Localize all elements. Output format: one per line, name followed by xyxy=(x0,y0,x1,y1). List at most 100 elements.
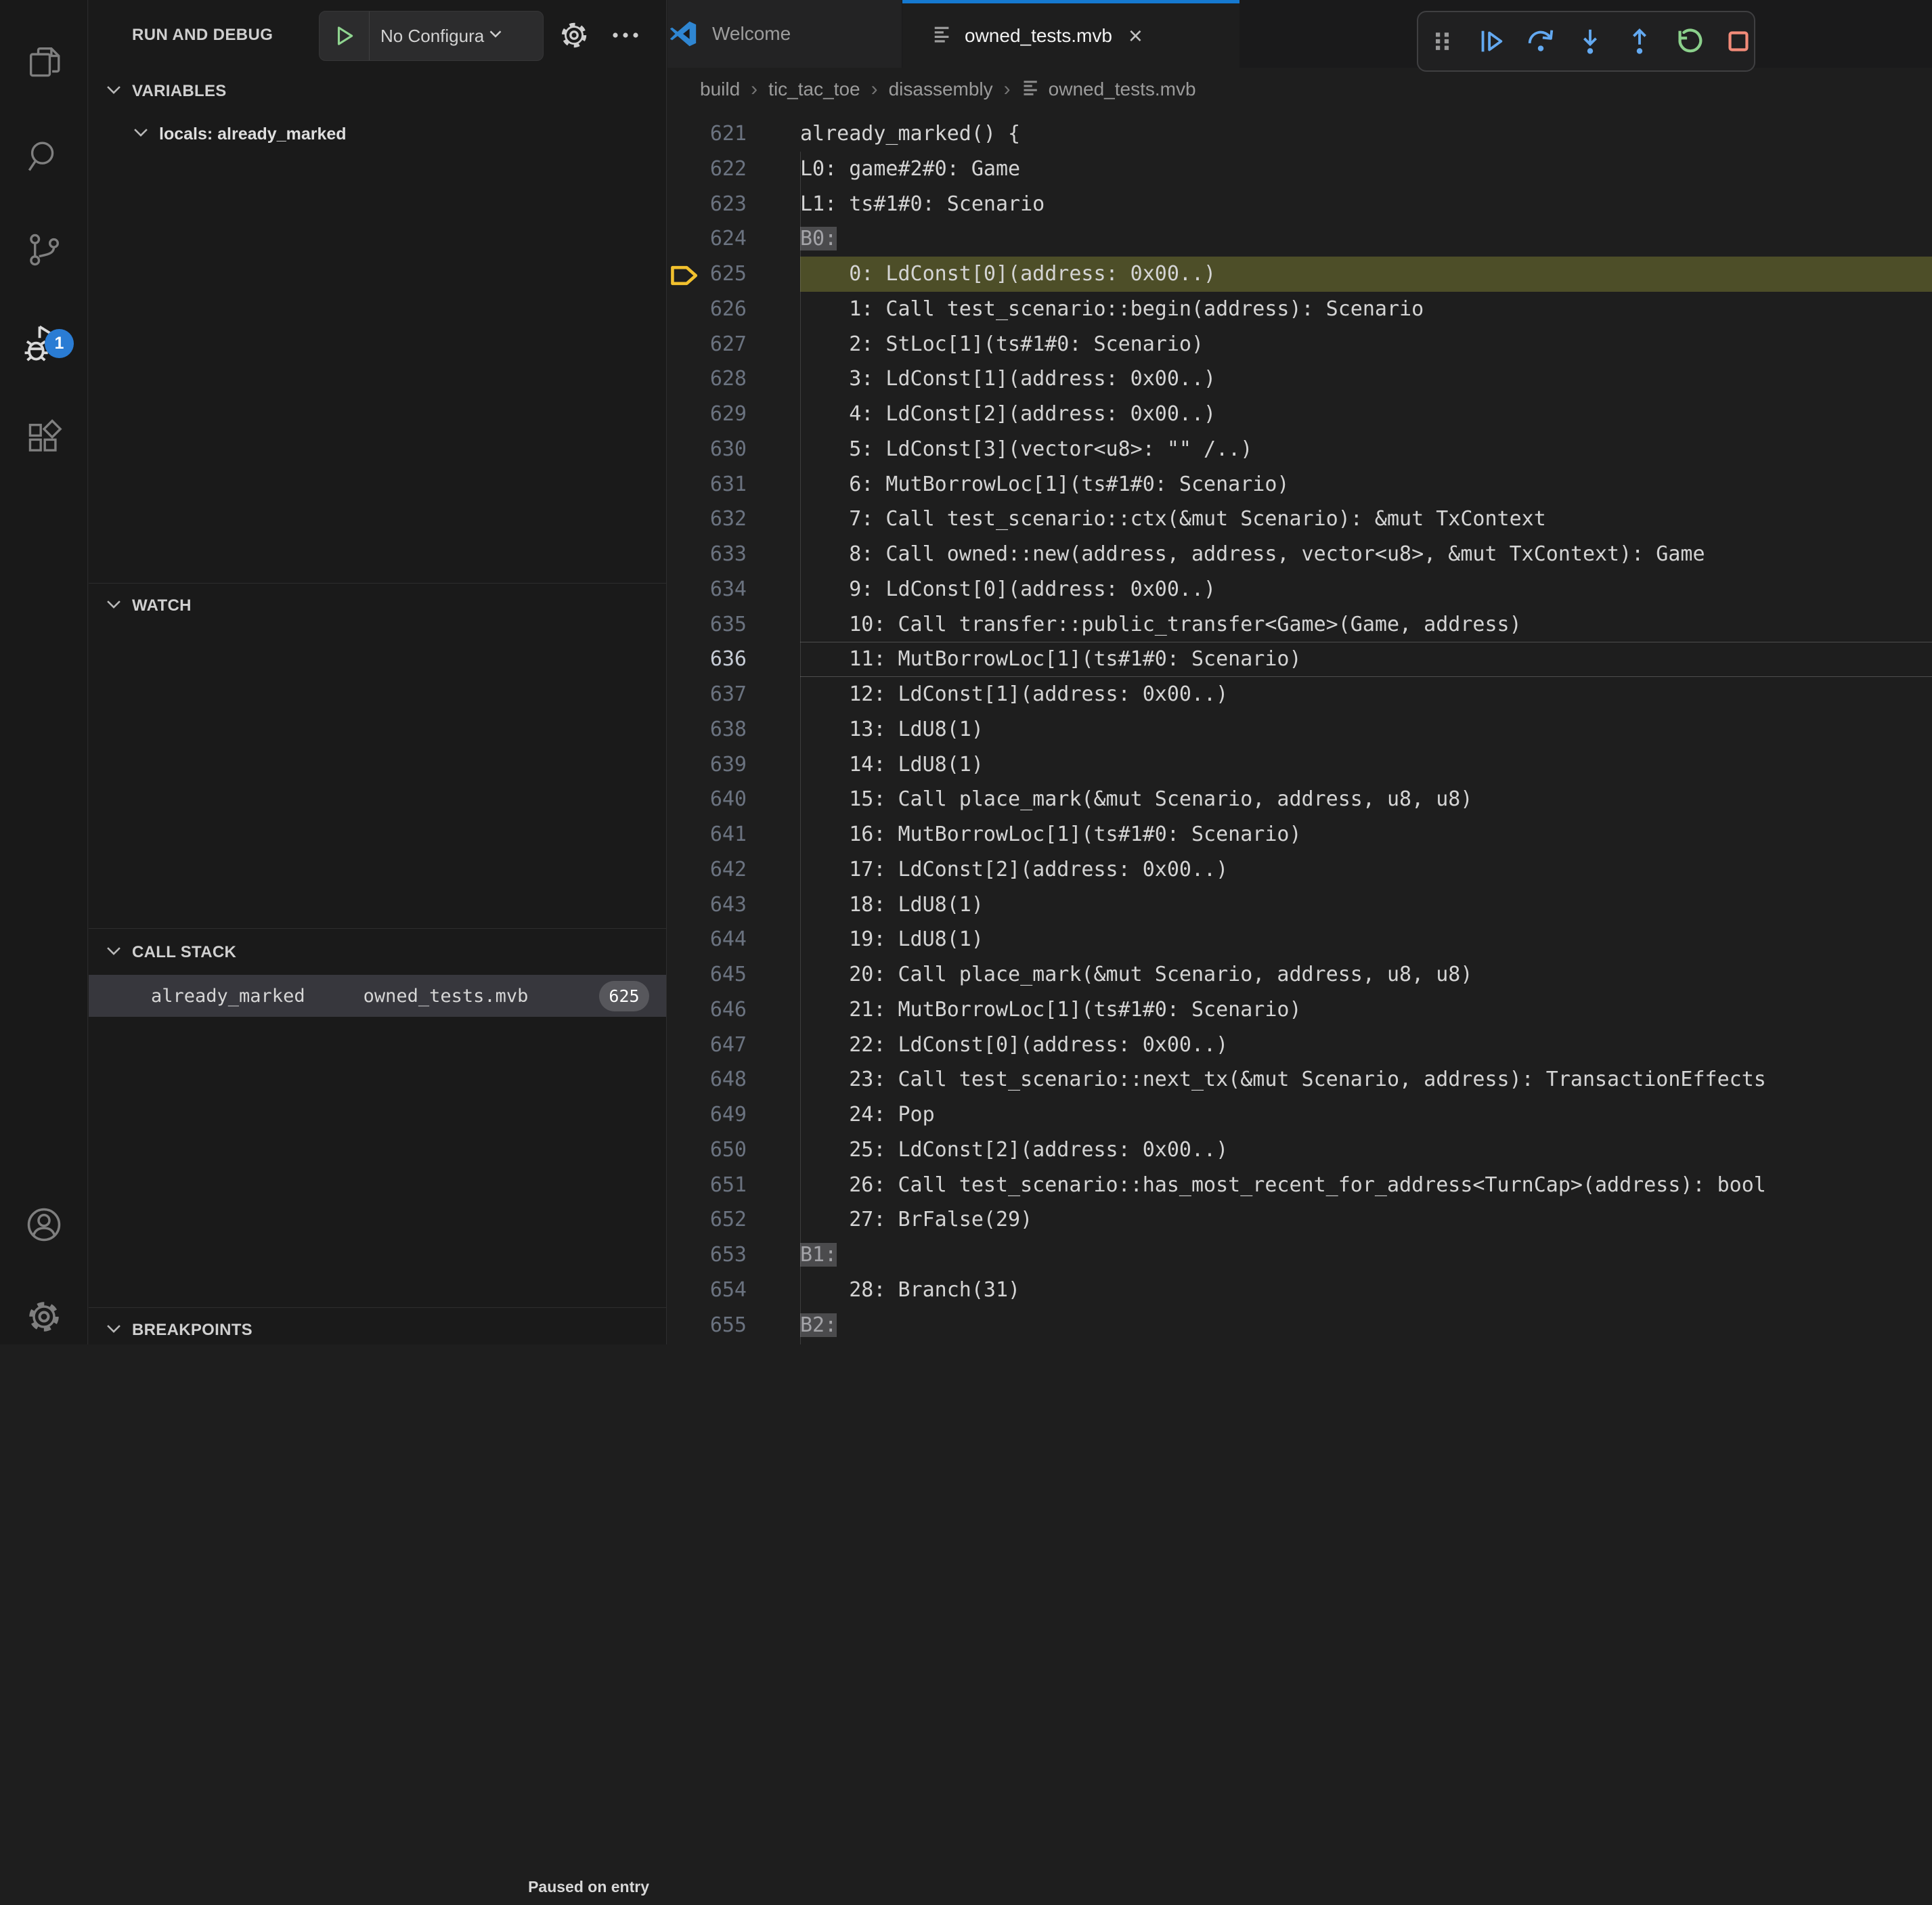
gutter-line-651[interactable]: 651 xyxy=(667,1168,800,1203)
breadcrumb-item-build[interactable]: build xyxy=(700,79,740,100)
tab-welcome[interactable]: Welcome xyxy=(667,0,902,68)
variables-section-header[interactable]: VARIABLES xyxy=(89,74,666,108)
breadcrumb-item-tic-tac-toe[interactable]: tic_tac_toe xyxy=(768,79,860,100)
code-text-629[interactable]: 4: LdConst[2](address: 0x00..) xyxy=(800,397,1932,432)
explorer-icon[interactable] xyxy=(0,24,88,99)
code-text-622[interactable]: L0: game#2#0: Game xyxy=(800,152,1932,187)
code-text-626[interactable]: 1: Call test_scenario::begin(address): S… xyxy=(800,292,1932,327)
restart-icon[interactable] xyxy=(1673,26,1705,57)
code-text-653[interactable]: B1: xyxy=(800,1238,1932,1273)
code-text-655[interactable]: B2: xyxy=(800,1308,1932,1343)
gutter-line-637[interactable]: 637 xyxy=(667,677,800,712)
code-text-624[interactable]: B0: xyxy=(800,221,1932,257)
code-text-640[interactable]: 15: Call place_mark(&mut Scenario, addre… xyxy=(800,782,1932,817)
gutter-line-630[interactable]: 630 xyxy=(667,432,800,467)
tab-owned-tests[interactable]: owned_tests.mvb × xyxy=(902,0,1239,68)
gutter-line-621[interactable]: 621 xyxy=(667,116,800,152)
stop-icon[interactable] xyxy=(1723,26,1754,57)
run-and-debug-icon[interactable]: 1 xyxy=(0,306,88,380)
step-into-icon[interactable] xyxy=(1575,26,1606,57)
code-text-631[interactable]: 6: MutBorrowLoc[1](ts#1#0: Scenario) xyxy=(800,467,1932,502)
code-text-627[interactable]: 2: StLoc[1](ts#1#0: Scenario) xyxy=(800,327,1932,362)
call-stack-frame-row[interactable]: already_marked owned_tests.mvb 625 xyxy=(89,975,666,1017)
continue-icon[interactable] xyxy=(1476,26,1507,57)
breakpoints-section-header[interactable]: BREAKPOINTS xyxy=(89,1313,666,1347)
gutter-line-648[interactable]: 648 xyxy=(667,1062,800,1097)
step-over-icon[interactable] xyxy=(1525,26,1556,57)
code-text-645[interactable]: 20: Call place_mark(&mut Scenario, addre… xyxy=(800,957,1932,992)
gutter-line-642[interactable]: 642 xyxy=(667,852,800,888)
gutter-line-641[interactable]: 641 xyxy=(667,817,800,852)
code-text-635[interactable]: 10: Call transfer::public_transfer<Game>… xyxy=(800,607,1932,642)
gutter-line-638[interactable]: 638 xyxy=(667,712,800,747)
watch-section-header[interactable]: WATCH xyxy=(89,589,666,623)
gutter-line-635[interactable]: 635 xyxy=(667,607,800,642)
code-text-644[interactable]: 19: LdU8(1) xyxy=(800,922,1932,957)
gutter-line-647[interactable]: 647 xyxy=(667,1028,800,1063)
code-text-641[interactable]: 16: MutBorrowLoc[1](ts#1#0: Scenario) xyxy=(800,817,1932,852)
gutter-line-636[interactable]: 636 xyxy=(667,642,800,677)
code-text-650[interactable]: 25: LdConst[2](address: 0x00..) xyxy=(800,1133,1932,1168)
close-tab-icon[interactable]: × xyxy=(1128,24,1143,48)
code-text-621[interactable]: already_marked() { xyxy=(800,116,1932,152)
code-text-630[interactable]: 5: LdConst[3](vector<u8>: "" /..) xyxy=(800,432,1932,467)
account-icon[interactable] xyxy=(0,1187,88,1262)
code-text-623[interactable]: L1: ts#1#0: Scenario xyxy=(800,187,1932,222)
gutter-line-643[interactable]: 643 xyxy=(667,888,800,923)
code-text-639[interactable]: 14: LdU8(1) xyxy=(800,747,1932,783)
gutter-line-655[interactable]: 655 xyxy=(667,1308,800,1343)
gutter-line-626[interactable]: 626 xyxy=(667,292,800,327)
code-text-636[interactable]: 11: MutBorrowLoc[1](ts#1#0: Scenario) xyxy=(800,642,1932,677)
step-out-icon[interactable] xyxy=(1624,26,1655,57)
gutter-line-634[interactable]: 634 xyxy=(667,572,800,607)
toolbar-drag-handle-icon[interactable] xyxy=(1429,26,1457,57)
code-text-654[interactable]: 28: Branch(31) xyxy=(800,1273,1932,1308)
code-text-625[interactable]: 0: LdConst[0](address: 0x00..) xyxy=(800,257,1932,292)
gutter-line-629[interactable]: 629 xyxy=(667,397,800,432)
call-stack-section-header[interactable]: CALL STACK Paused on entry xyxy=(89,934,666,971)
breadcrumb-item-disassembly[interactable]: disassembly xyxy=(889,79,993,100)
gutter-line-654[interactable]: 654 xyxy=(667,1273,800,1308)
code-text-638[interactable]: 13: LdU8(1) xyxy=(800,712,1932,747)
start-debugging-icon[interactable] xyxy=(320,12,370,60)
search-icon[interactable] xyxy=(0,119,88,194)
code-text-649[interactable]: 24: Pop xyxy=(800,1097,1932,1133)
debug-settings-gear-icon[interactable] xyxy=(554,15,594,56)
code-text-632[interactable]: 7: Call test_scenario::ctx(&mut Scenario… xyxy=(800,502,1932,537)
code-text-637[interactable]: 12: LdConst[1](address: 0x00..) xyxy=(800,677,1932,712)
settings-gear-icon[interactable] xyxy=(0,1279,88,1354)
more-actions-icon[interactable] xyxy=(605,15,646,56)
breadcrumb-item-file[interactable]: owned_tests.mvb xyxy=(1049,79,1196,100)
gutter-line-632[interactable]: 632 xyxy=(667,502,800,537)
gutter-line-645[interactable]: 645 xyxy=(667,957,800,992)
gutter-line-650[interactable]: 650 xyxy=(667,1133,800,1168)
gutter-line-649[interactable]: 649 xyxy=(667,1097,800,1133)
gutter-line-633[interactable]: 633 xyxy=(667,537,800,572)
code-text-647[interactable]: 22: LdConst[0](address: 0x00..) xyxy=(800,1028,1932,1063)
gutter-line-622[interactable]: 622 xyxy=(667,152,800,187)
code-text-646[interactable]: 21: MutBorrowLoc[1](ts#1#0: Scenario) xyxy=(800,992,1932,1028)
configuration-dropdown[interactable]: No Configura xyxy=(370,24,543,49)
gutter-line-625[interactable]: 625 xyxy=(667,257,800,292)
gutter-line-628[interactable]: 628 xyxy=(667,362,800,397)
source-control-icon[interactable] xyxy=(0,213,88,287)
gutter-line-623[interactable]: 623 xyxy=(667,187,800,222)
launch-configuration-control[interactable]: No Configura xyxy=(319,11,544,61)
gutter-line-627[interactable]: 627 xyxy=(667,327,800,362)
gutter-line-646[interactable]: 646 xyxy=(667,992,800,1028)
gutter-line-644[interactable]: 644 xyxy=(667,922,800,957)
variables-scope-row[interactable]: locals: already_marked xyxy=(89,116,666,152)
extensions-icon[interactable] xyxy=(0,401,88,475)
gutter-line-640[interactable]: 640 xyxy=(667,782,800,817)
gutter-line-639[interactable]: 639 xyxy=(667,747,800,783)
code-text-651[interactable]: 26: Call test_scenario::has_most_recent_… xyxy=(800,1168,1932,1203)
gutter-line-631[interactable]: 631 xyxy=(667,467,800,502)
gutter-line-653[interactable]: 653 xyxy=(667,1238,800,1273)
code-text-643[interactable]: 18: LdU8(1) xyxy=(800,888,1932,923)
code-text-628[interactable]: 3: LdConst[1](address: 0x00..) xyxy=(800,362,1932,397)
code-text-642[interactable]: 17: LdConst[2](address: 0x00..) xyxy=(800,852,1932,888)
code-text-652[interactable]: 27: BrFalse(29) xyxy=(800,1202,1932,1238)
gutter-line-624[interactable]: 624 xyxy=(667,221,800,257)
code-text-648[interactable]: 23: Call test_scenario::next_tx(&mut Sce… xyxy=(800,1062,1932,1097)
code-text-634[interactable]: 9: LdConst[0](address: 0x00..) xyxy=(800,572,1932,607)
